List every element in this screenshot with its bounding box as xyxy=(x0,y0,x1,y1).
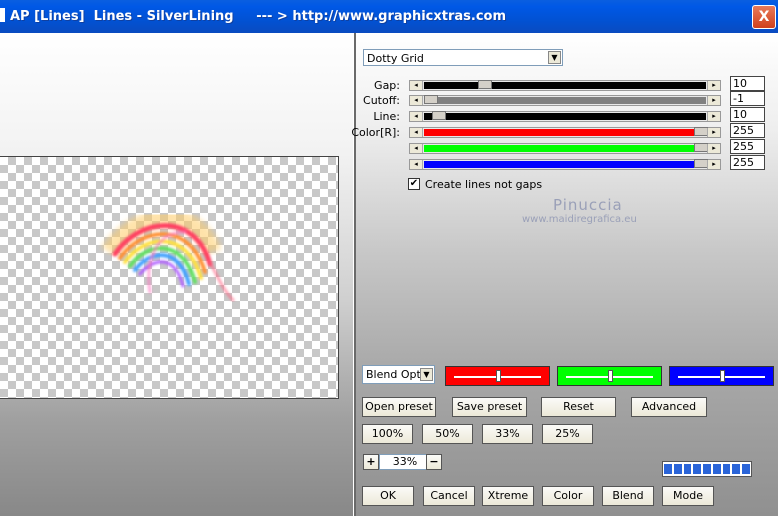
zoom-level-field[interactable]: 33% xyxy=(379,454,431,470)
slider-left-arrow-icon[interactable]: ◂ xyxy=(410,128,423,137)
slider-left-arrow-icon[interactable]: ◂ xyxy=(410,144,423,153)
slider-right-arrow-icon[interactable]: ▸ xyxy=(707,160,720,169)
param-value-field[interactable]: -1 xyxy=(730,91,765,106)
chevron-down-icon[interactable]: ▼ xyxy=(548,51,561,64)
advanced-button[interactable]: Advanced xyxy=(631,397,707,417)
param-slider[interactable]: ◂ ▸ xyxy=(409,127,721,138)
slider-thumb[interactable] xyxy=(694,159,708,168)
window-icon[interactable] xyxy=(0,8,5,22)
ok-button[interactable]: OK xyxy=(362,486,414,506)
progress-segment xyxy=(664,464,672,474)
preview-pane xyxy=(0,33,353,516)
color-channel-slider[interactable] xyxy=(557,366,662,386)
slider-left-arrow-icon[interactable]: ◂ xyxy=(410,81,423,90)
progress-bar xyxy=(662,461,752,477)
slider-track[interactable] xyxy=(424,97,706,104)
save-preset-button[interactable]: Save preset xyxy=(452,397,527,417)
color-channel-slider[interactable] xyxy=(669,366,774,386)
zoom-preset-button[interactable]: 100% xyxy=(362,424,413,444)
watermark-url: www.maidiregrafica.eu xyxy=(522,214,637,225)
param-slider[interactable]: ◂ ▸ xyxy=(409,111,721,122)
slider-right-arrow-icon[interactable]: ▸ xyxy=(707,128,720,137)
preview-canvas[interactable] xyxy=(0,156,339,399)
chevron-down-icon[interactable]: ▼ xyxy=(420,368,433,381)
progress-segment xyxy=(712,464,721,474)
slider-thumb[interactable] xyxy=(694,127,708,136)
zoom-preset-button[interactable]: 25% xyxy=(542,424,593,444)
param-slider[interactable]: ◂ ▸ xyxy=(409,143,721,154)
preset-dropdown[interactable]: Dotty Grid ▼ xyxy=(363,49,563,66)
param-label: Line: xyxy=(373,110,400,123)
slider-track[interactable] xyxy=(424,145,706,152)
param-value-field[interactable]: 255 xyxy=(730,123,765,138)
progress-segment xyxy=(693,464,702,474)
param-value-field[interactable]: 255 xyxy=(730,155,765,170)
xtreme-button[interactable]: Xtreme xyxy=(482,486,534,506)
progress-segment xyxy=(683,464,692,474)
slider-thumb[interactable] xyxy=(694,143,708,152)
create-lines-checkbox[interactable]: ✔ xyxy=(408,178,420,190)
progress-segment xyxy=(742,464,751,474)
param-slider[interactable]: ◂ ▸ xyxy=(409,80,721,91)
channel-thumb[interactable] xyxy=(496,370,501,382)
color-channel-slider[interactable] xyxy=(445,366,550,386)
slider-thumb[interactable] xyxy=(432,111,446,120)
slider-right-arrow-icon[interactable]: ▸ xyxy=(707,96,720,105)
slider-thumb[interactable] xyxy=(478,80,492,89)
channel-thumb[interactable] xyxy=(720,370,725,382)
slider-right-arrow-icon[interactable]: ▸ xyxy=(707,144,720,153)
slider-track[interactable] xyxy=(424,82,706,89)
slider-track[interactable] xyxy=(424,113,706,120)
channel-thumb[interactable] xyxy=(608,370,613,382)
reset-button[interactable]: Reset xyxy=(541,397,616,417)
zoom-in-button[interactable]: + xyxy=(363,454,379,470)
param-value-field[interactable]: 10 xyxy=(730,76,765,91)
create-lines-label: Create lines not gaps xyxy=(425,178,543,191)
param-value-field[interactable]: 255 xyxy=(730,139,765,154)
cancel-button[interactable]: Cancel xyxy=(423,486,475,506)
slider-left-arrow-icon[interactable]: ◂ xyxy=(410,112,423,121)
progress-segment xyxy=(673,464,682,474)
blend-options-dropdown[interactable]: Blend Optio ▼ xyxy=(362,365,435,384)
zoom-preset-button[interactable]: 50% xyxy=(422,424,473,444)
zoom-preset-button[interactable]: 33% xyxy=(482,424,533,444)
slider-right-arrow-icon[interactable]: ▸ xyxy=(707,81,720,90)
blend-button[interactable]: Blend xyxy=(602,486,654,506)
slider-thumb[interactable] xyxy=(424,95,438,104)
progress-segment xyxy=(703,464,711,474)
zoom-out-button[interactable]: − xyxy=(426,454,442,470)
preset-dropdown-value: Dotty Grid xyxy=(367,52,424,65)
param-value-field[interactable]: 10 xyxy=(730,107,765,122)
param-label: Color[R]: xyxy=(351,126,400,139)
param-slider[interactable]: ◂ ▸ xyxy=(409,95,721,106)
title-bar: AP [Lines] Lines - SilverLining --- > ht… xyxy=(0,0,778,33)
color-button[interactable]: Color xyxy=(542,486,594,506)
open-preset-button[interactable]: Open preset xyxy=(362,397,436,417)
watermark-name: Pinuccia xyxy=(553,196,623,214)
param-label: Cutoff: xyxy=(363,94,400,107)
param-label: Gap: xyxy=(374,79,400,92)
slider-track[interactable] xyxy=(424,129,706,136)
progress-segment xyxy=(722,464,731,474)
progress-segment xyxy=(732,464,741,474)
slider-track[interactable] xyxy=(424,161,706,168)
close-button[interactable]: X xyxy=(752,5,776,29)
slider-left-arrow-icon[interactable]: ◂ xyxy=(410,160,423,169)
mode-button[interactable]: Mode xyxy=(662,486,714,506)
slider-right-arrow-icon[interactable]: ▸ xyxy=(707,112,720,121)
slider-left-arrow-icon[interactable]: ◂ xyxy=(410,96,423,105)
window-title: AP [Lines] Lines - SilverLining --- > ht… xyxy=(10,9,507,24)
rainbow-swirl-image xyxy=(101,209,235,302)
param-slider[interactable]: ◂ ▸ xyxy=(409,159,721,170)
